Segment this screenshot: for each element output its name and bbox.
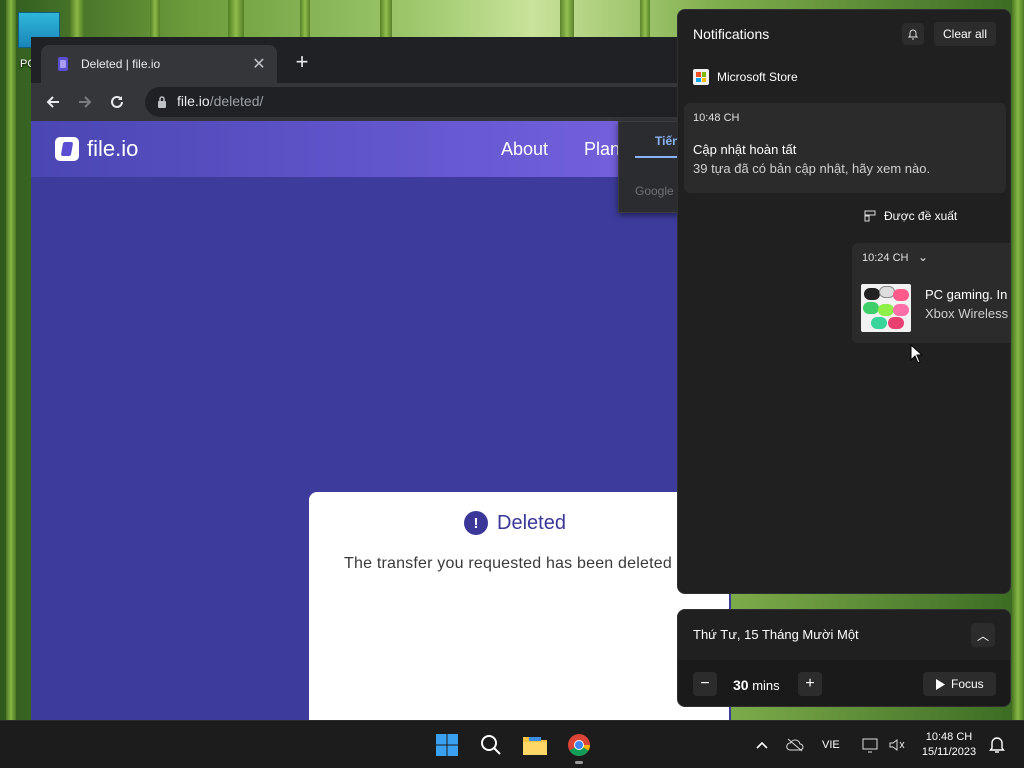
volume-button[interactable] bbox=[884, 733, 910, 757]
speaker-muted-icon bbox=[889, 739, 905, 751]
onedrive-button[interactable] bbox=[782, 733, 808, 757]
card-title-row: ! Deleted bbox=[464, 511, 566, 535]
reload-button[interactable] bbox=[107, 92, 127, 112]
card-message: The transfer you requested has been dele… bbox=[344, 555, 672, 572]
tab-strip: Deleted | file.io ✕ + bbox=[31, 37, 731, 83]
language-indicator[interactable]: VIE bbox=[822, 739, 840, 751]
network-button[interactable] bbox=[858, 733, 884, 757]
chrome-taskbar-button[interactable] bbox=[566, 733, 592, 757]
chevron-down-icon[interactable]: ⌄ bbox=[918, 250, 928, 264]
new-tab-button[interactable]: + bbox=[289, 49, 315, 75]
suggested-label: Được đề xuất bbox=[884, 209, 958, 223]
nav-about-link[interactable]: About bbox=[501, 139, 548, 160]
system-clock[interactable]: 10:48 CH 15/11/2023 bbox=[916, 730, 982, 760]
address-bar[interactable]: file.io/deleted/ bbox=[145, 87, 731, 117]
windows-logo-icon bbox=[436, 734, 458, 756]
cloud-off-icon bbox=[786, 738, 804, 752]
back-button[interactable] bbox=[43, 92, 63, 112]
fileio-logo-icon bbox=[55, 137, 79, 161]
clear-all-button[interactable]: Clear all bbox=[934, 22, 997, 46]
tab-close-icon[interactable]: ✕ bbox=[251, 54, 267, 74]
web-page: file.io About Plan Tiến Google ! Deleted… bbox=[31, 121, 731, 720]
notifications-title: Notifications bbox=[693, 26, 770, 42]
toast2-time: 10:24 CH bbox=[862, 252, 909, 264]
forward-button[interactable] bbox=[75, 92, 95, 112]
deleted-card: ! Deleted The transfer you requested has… bbox=[309, 492, 729, 720]
focus-duration: 30 mins bbox=[733, 677, 780, 693]
toast2-title: PC gaming. In bbox=[925, 287, 1008, 302]
chrome-icon bbox=[568, 734, 590, 756]
site-logo[interactable]: file.io bbox=[55, 136, 138, 162]
arrow-right-icon bbox=[79, 96, 92, 108]
app-name: Microsoft Store bbox=[717, 70, 798, 84]
decrease-minutes-button[interactable]: − bbox=[693, 672, 717, 696]
clock-time: 10:48 CH bbox=[925, 731, 973, 743]
folder-icon bbox=[523, 737, 547, 755]
tab-title: Deleted | file.io bbox=[81, 57, 161, 71]
fileio-favicon-icon bbox=[58, 57, 68, 71]
toast-time: 10:48 CH bbox=[693, 112, 740, 124]
calendar-panel: Thứ Tư, 15 Tháng Mười Một ︿ − 30 mins + … bbox=[677, 609, 1011, 707]
browser-tab[interactable]: Deleted | file.io ✕ bbox=[41, 45, 277, 83]
mouse-cursor-icon bbox=[910, 344, 922, 364]
taskbar: VIE 10:48 CH 15/11/2023 bbox=[0, 720, 1024, 768]
minutes-unit: mins bbox=[752, 678, 780, 693]
toast2-body: Xbox Wireless bbox=[925, 306, 1009, 321]
notification-center-button[interactable] bbox=[984, 733, 1010, 757]
arrow-left-icon bbox=[46, 96, 59, 108]
file-explorer-button[interactable] bbox=[522, 733, 548, 757]
minutes-value: 30 bbox=[733, 677, 749, 693]
chevron-up-icon[interactable]: ︿ bbox=[971, 623, 995, 647]
focus-row: − 30 mins + Focus bbox=[678, 660, 1010, 706]
increase-minutes-button[interactable]: + bbox=[798, 672, 822, 696]
toast-body: 39 tựa đã có bản cập nhật, hãy xem nào. bbox=[693, 161, 931, 176]
search-button[interactable] bbox=[478, 733, 504, 757]
url-host: file.io bbox=[177, 93, 210, 109]
show-hidden-icons-button[interactable] bbox=[749, 733, 775, 757]
chevron-up-icon bbox=[756, 741, 768, 749]
notification-toast[interactable]: 10:48 CH Cập nhật hoàn tất 39 tựa đã có … bbox=[684, 103, 1006, 193]
logo-text: file.io bbox=[87, 136, 139, 161]
nav-plans-link[interactable]: Plan bbox=[584, 139, 620, 160]
monitor-network-icon bbox=[862, 738, 878, 753]
url-path: /deleted/ bbox=[209, 93, 264, 109]
calendar-date: Thứ Tư, 15 Tháng Mười Một bbox=[693, 627, 859, 642]
bell-icon bbox=[989, 737, 1005, 753]
browser-toolbar: file.io/deleted/ bbox=[31, 83, 731, 121]
exclamation-icon: ! bbox=[464, 511, 488, 535]
lock-icon bbox=[158, 96, 166, 108]
active-app-indicator bbox=[575, 761, 583, 764]
suggested-header: Được đề xuất bbox=[864, 209, 957, 223]
focus-label: Focus bbox=[951, 677, 984, 691]
notification-center: Notifications Clear all Microsoft Store … bbox=[677, 9, 1011, 594]
bell-snooze-icon bbox=[907, 29, 919, 40]
browser-window: Deleted | file.io ✕ + file.io/deleted/ f… bbox=[31, 37, 731, 720]
suggested-toast[interactable]: 10:24 CH ⌄ PC gaming. In Xbox Wireless bbox=[852, 243, 1010, 343]
reload-icon bbox=[111, 95, 123, 108]
translate-tab[interactable]: Tiến bbox=[655, 134, 679, 148]
search-icon bbox=[481, 735, 501, 755]
clock-date: 15/11/2023 bbox=[921, 746, 977, 758]
do-not-disturb-button[interactable] bbox=[902, 23, 924, 45]
card-title: Deleted bbox=[497, 511, 566, 534]
translate-google-label: Google bbox=[635, 184, 674, 198]
microsoft-store-icon bbox=[693, 69, 709, 85]
toast-title: Cập nhật hoàn tất bbox=[693, 142, 797, 157]
focus-button[interactable]: Focus bbox=[923, 672, 996, 696]
start-button[interactable] bbox=[434, 733, 460, 757]
xbox-controllers-image bbox=[861, 284, 911, 332]
play-icon bbox=[936, 678, 945, 690]
suggested-icon bbox=[864, 210, 876, 222]
app-group-header: Microsoft Store bbox=[693, 69, 798, 85]
